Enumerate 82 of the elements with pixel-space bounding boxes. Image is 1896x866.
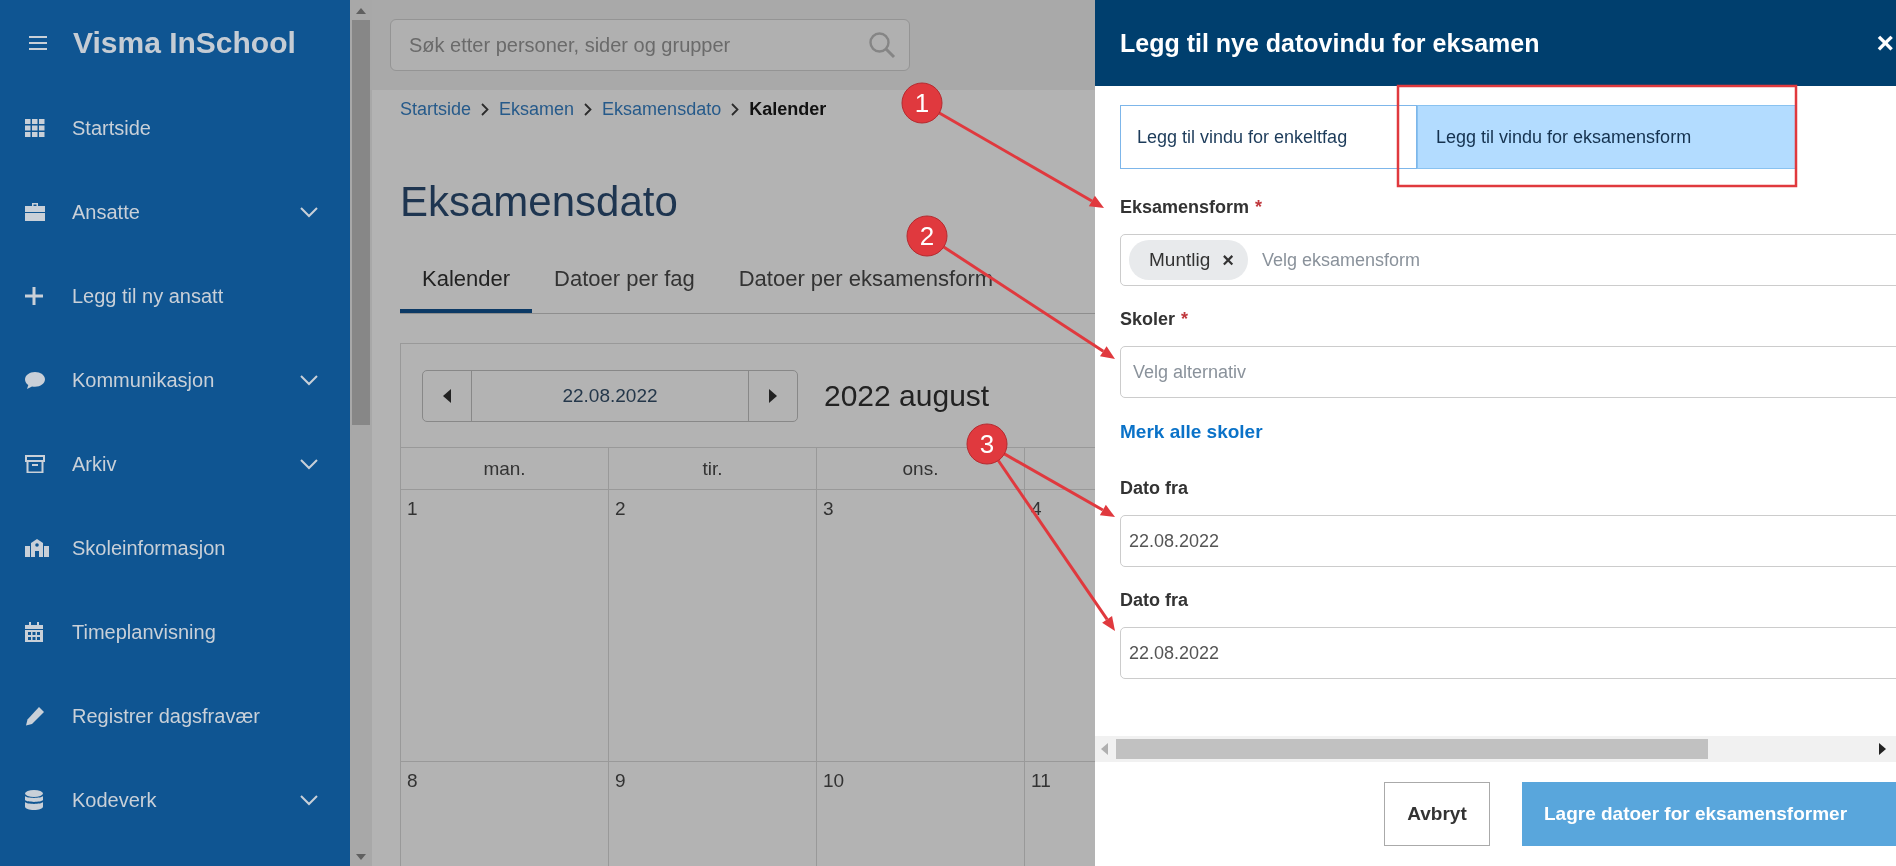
- sidebar-item[interactable]: Arkiv: [0, 422, 350, 506]
- tab[interactable]: Datoer per eksamensform: [716, 257, 1016, 313]
- breadcrumb-link[interactable]: Eksamensdato: [602, 98, 722, 120]
- field-label: Dato fra: [1120, 478, 1188, 500]
- date-field[interactable]: 22.08.2022: [1120, 515, 1896, 567]
- day-cell[interactable]: 8: [401, 762, 609, 866]
- required-mark: *: [1255, 197, 1263, 219]
- caret-down-icon[interactable]: [356, 854, 366, 860]
- sidebar-item[interactable]: Kommunikasjon: [0, 338, 350, 422]
- grid-icon: [25, 119, 45, 137]
- tab[interactable]: Kalender: [400, 257, 533, 313]
- archive-box-icon: [25, 455, 45, 473]
- chevron-right-icon: [481, 102, 490, 116]
- caret-left-icon: [443, 388, 451, 403]
- day-number: 9: [615, 770, 626, 791]
- scrollbar[interactable]: [350, 0, 372, 866]
- dialog-title: Legg til nye datovindu for eksamen: [1120, 28, 1540, 58]
- chevron-right-icon: [731, 102, 740, 116]
- day-cell[interactable]: 3: [817, 490, 1025, 762]
- search-icon[interactable]: [868, 31, 896, 59]
- weekday-header: man.: [401, 448, 609, 489]
- day-cell[interactable]: 10: [817, 762, 1025, 866]
- caret-right-icon[interactable]: [1879, 743, 1886, 755]
- select-field[interactable]: Velg alternativ: [1120, 346, 1896, 398]
- app-title: Visma InSchool: [73, 26, 296, 60]
- day-number: 8: [407, 770, 418, 791]
- required-mark: *: [1181, 309, 1189, 331]
- multiselect-field[interactable]: Muntlig × Velg eksamensform: [1120, 234, 1896, 286]
- weekday-header: tir.: [609, 448, 817, 489]
- breadcrumb-link[interactable]: Startside: [400, 98, 472, 120]
- close-button[interactable]: ×: [1868, 26, 1896, 60]
- breadcrumb-current: Kalender: [749, 98, 827, 120]
- menu-icon[interactable]: [29, 35, 49, 51]
- day-number: 3: [823, 498, 834, 519]
- sidebar-item[interactable]: Kodeverk: [0, 758, 350, 842]
- chevron-down-icon: [300, 458, 318, 470]
- search-field[interactable]: Søk etter personer, sider og grupper: [390, 19, 910, 71]
- month-title: 2022 august: [824, 378, 990, 413]
- day-cell[interactable]: 9: [609, 762, 817, 866]
- day-number: 1: [407, 498, 418, 519]
- tag-label: Muntlig: [1149, 249, 1211, 271]
- breadcrumb-link[interactable]: Eksamen: [499, 98, 575, 120]
- chevron-down-icon: [300, 374, 318, 386]
- sidebar-item[interactable]: Legg til ny ansatt: [0, 254, 350, 338]
- pencil-icon: [25, 706, 45, 726]
- plus-icon: [25, 287, 43, 305]
- sidebar-item[interactable]: Startside: [0, 86, 350, 170]
- tab[interactable]: Legg til vindu for eksamensform: [1417, 105, 1797, 169]
- annotation-marker: 2: [906, 215, 948, 257]
- calendar-icon: [25, 622, 43, 642]
- field-label: Eksamensform: [1120, 197, 1250, 219]
- tab[interactable]: Datoer per fag: [532, 257, 717, 313]
- caret-left-icon[interactable]: [1101, 743, 1108, 755]
- day-number: 10: [823, 770, 845, 791]
- cancel-button[interactable]: Avbryt: [1384, 782, 1490, 846]
- sidebar-item[interactable]: Ansatte: [0, 170, 350, 254]
- horizontal-scrollbar[interactable]: [1095, 736, 1896, 762]
- caret-right-icon: [769, 388, 777, 403]
- chevron-down-icon: [300, 206, 318, 218]
- date-field[interactable]: 22.08.2022: [1120, 627, 1896, 679]
- day-number: 2: [615, 498, 626, 519]
- sidebar-item[interactable]: Timeplanvisning: [0, 590, 350, 674]
- input-field[interactable]: Velg eksamensform: [1257, 248, 1896, 272]
- day-cell[interactable]: 2: [609, 490, 817, 762]
- caret-up-icon[interactable]: [356, 8, 366, 14]
- page-title: Eksamensdato: [400, 177, 678, 227]
- select-all-link[interactable]: Merk alle skoler: [1120, 421, 1263, 442]
- field-label: Dato fra: [1120, 590, 1188, 612]
- sidebar-item[interactable]: Registrer dagsfravær: [0, 674, 350, 758]
- field-label: Skoler: [1120, 309, 1176, 331]
- briefcase-icon: [25, 203, 45, 221]
- day-number: 11: [1031, 770, 1051, 791]
- chevron-down-icon: [300, 794, 318, 806]
- annotation-marker: 1: [901, 82, 943, 124]
- chevron-right-icon: [584, 102, 593, 116]
- speech-bubble-icon: [25, 371, 45, 389]
- building-icon: [25, 539, 49, 557]
- tab[interactable]: Legg til vindu for enkeltfag: [1120, 105, 1417, 169]
- database-icon: [25, 790, 43, 810]
- sidebar-item[interactable]: Skoleinformasjon: [0, 506, 350, 590]
- remove-button[interactable]: ×: [1222, 248, 1234, 272]
- day-cell[interactable]: 1: [401, 490, 609, 762]
